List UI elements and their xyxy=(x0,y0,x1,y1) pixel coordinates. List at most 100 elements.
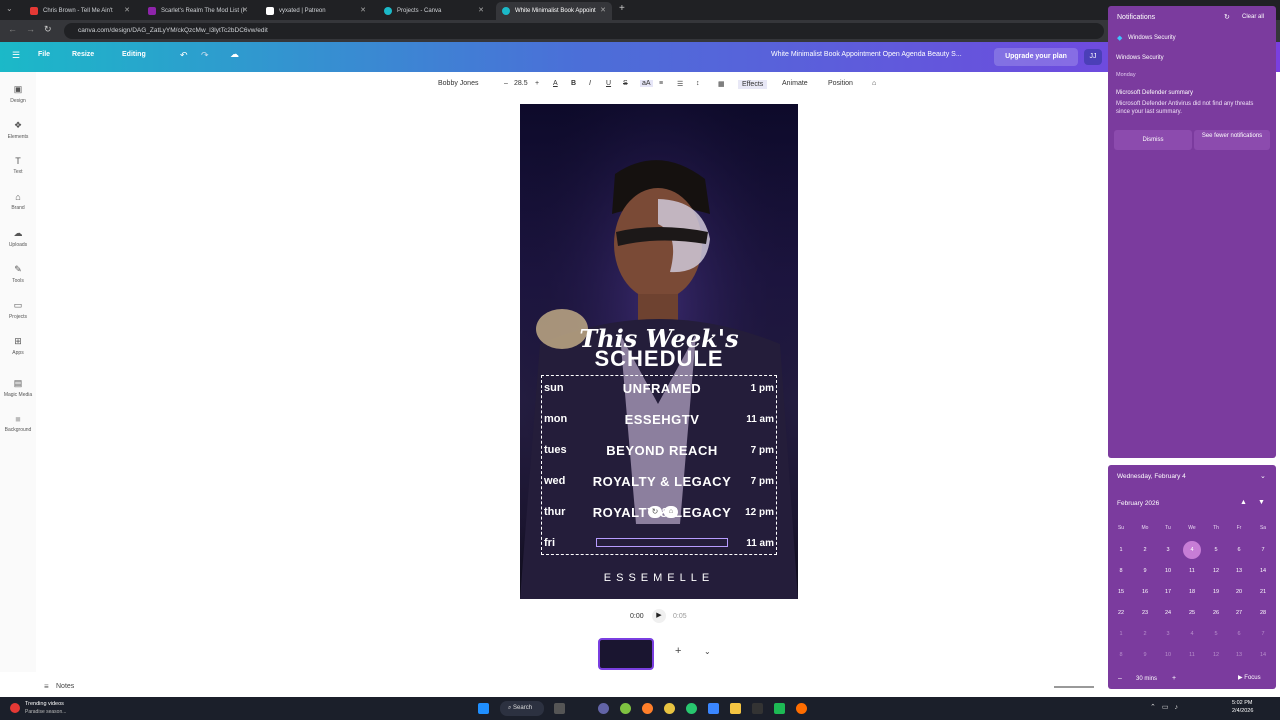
weather-news-icon[interactable] xyxy=(10,703,20,713)
calendar-day[interactable]: 2 xyxy=(1135,631,1155,637)
calendar-day[interactable]: 10 xyxy=(1158,568,1178,574)
task-view-icon[interactable] xyxy=(554,703,565,714)
calendar-day[interactable]: 5 xyxy=(1206,631,1226,637)
calendar-day[interactable]: 16 xyxy=(1135,589,1155,595)
calendar-day[interactable]: 10 xyxy=(1158,652,1178,658)
focus-decrease[interactable]: – xyxy=(1118,675,1122,682)
font-size-input[interactable]: 28.5 xyxy=(514,80,528,87)
zoom-slider[interactable] xyxy=(1054,686,1094,688)
calendar-day[interactable]: 8 xyxy=(1111,568,1131,574)
align-icon[interactable]: ≡ xyxy=(659,80,663,87)
focus-button[interactable]: ▶ Focus xyxy=(1238,674,1261,681)
clock-date[interactable]: 2/4/2026 xyxy=(1232,708,1253,714)
sidebar-item-apps[interactable]: ⊞ Apps xyxy=(0,336,36,356)
text-color-icon[interactable]: A xyxy=(553,80,558,87)
calendar-day[interactable]: 28 xyxy=(1253,610,1273,616)
calendar-day[interactable]: 13 xyxy=(1229,568,1249,574)
spacing-icon[interactable]: ↕ xyxy=(696,80,700,87)
calendar-day[interactable]: 1 xyxy=(1111,631,1131,637)
add-page-icon[interactable]: + xyxy=(675,645,681,657)
footer-brand[interactable]: ESSEMELLE xyxy=(520,572,798,584)
see-fewer-button[interactable]: See fewer notifications xyxy=(1194,130,1270,150)
close-icon[interactable]: ✕ xyxy=(124,6,130,14)
file-menu[interactable]: File xyxy=(38,51,50,58)
app-icon[interactable] xyxy=(774,703,785,714)
calendar-day[interactable]: 15 xyxy=(1111,589,1131,595)
page-thumbnail[interactable] xyxy=(598,638,654,670)
sidebar-item-text[interactable]: T Text xyxy=(0,156,36,175)
app-icon[interactable] xyxy=(686,703,697,714)
calendar-day[interactable]: 22 xyxy=(1111,610,1131,616)
calendar-day[interactable]: 9 xyxy=(1135,652,1155,658)
sidebar-item-magic-media[interactable]: ▤ Magic Media xyxy=(0,378,36,398)
calendar-day[interactable]: 9 xyxy=(1135,568,1155,574)
schedule-row[interactable]: sun UNFRAMED 1 pm xyxy=(542,376,778,407)
url-field[interactable]: canva.com/design/DAG_ZatLyYM/ckQzcMw_l3l… xyxy=(64,23,1104,39)
calendar-day[interactable]: 14 xyxy=(1253,652,1273,658)
calendar-day[interactable]: 3 xyxy=(1158,631,1178,637)
close-icon[interactable]: ✕ xyxy=(600,6,606,14)
teams-icon[interactable] xyxy=(598,703,609,714)
calendar-day[interactable]: 6 xyxy=(1229,547,1249,553)
lock-icon[interactable]: ⌂ xyxy=(664,506,678,518)
calendar-day[interactable]: 12 xyxy=(1206,568,1226,574)
sidebar-item-tools[interactable]: ✎ Tools xyxy=(0,264,36,284)
editing-dropdown[interactable]: Editing xyxy=(122,51,146,58)
dismiss-button[interactable]: Dismiss xyxy=(1114,130,1192,150)
firefox-icon[interactable] xyxy=(796,703,807,714)
calendar-day[interactable]: 1 xyxy=(1111,547,1131,553)
start-icon[interactable] xyxy=(478,703,489,714)
avatar[interactable]: JJ xyxy=(1084,49,1102,65)
calendar-day[interactable]: 4 xyxy=(1182,547,1202,553)
undo-icon[interactable]: ↶ xyxy=(180,50,188,61)
calendar-day[interactable]: 25 xyxy=(1182,610,1202,616)
reload-icon[interactable]: ↻ xyxy=(44,24,52,35)
font-size-increase[interactable]: + xyxy=(535,80,539,87)
taskbar-search[interactable]: ⌕ Search xyxy=(500,701,544,716)
schedule-row[interactable]: tues BEYOND REACH 7 pm xyxy=(542,438,778,469)
calendar-day[interactable]: 7 xyxy=(1253,631,1273,637)
calendar-day[interactable]: 2 xyxy=(1135,547,1155,553)
font-size-decrease[interactable]: – xyxy=(504,80,508,87)
forward-icon[interactable]: → xyxy=(26,24,35,34)
calendar-day[interactable]: 21 xyxy=(1253,589,1273,595)
chevron-down-icon[interactable]: ⌄ xyxy=(1260,472,1266,480)
browser-tab-1[interactable]: Chris Brown - Tell Me Ain't ✕ xyxy=(24,2,136,20)
calendar-day[interactable]: 23 xyxy=(1135,610,1155,616)
upgrade-button[interactable]: Upgrade your plan xyxy=(994,48,1078,66)
schedule-row[interactable]: wed ROYALTY & LEGACY 7 pm xyxy=(542,469,778,500)
new-tab-icon[interactable]: + xyxy=(619,3,625,14)
chrome-icon[interactable] xyxy=(664,703,675,714)
calendar-day[interactable]: 17 xyxy=(1158,589,1178,595)
prev-month-icon[interactable]: ▲ xyxy=(1240,499,1247,506)
calendar-day[interactable]: 13 xyxy=(1229,652,1249,658)
close-icon[interactable]: ✕ xyxy=(242,6,248,14)
calendar-day[interactable]: 14 xyxy=(1253,568,1273,574)
rotate-handle-icon[interactable]: ↻ xyxy=(648,506,662,518)
dnd-icon[interactable]: ↻ xyxy=(1224,13,1230,21)
close-icon[interactable]: ✕ xyxy=(360,6,366,14)
calendar-day[interactable]: 5 xyxy=(1206,547,1226,553)
calendar-day[interactable]: 8 xyxy=(1111,652,1131,658)
close-icon[interactable]: ✕ xyxy=(478,6,484,14)
calendar-day[interactable]: 20 xyxy=(1229,589,1249,595)
list-icon[interactable]: ☰ xyxy=(677,80,683,88)
calendar-month[interactable]: February 2026 xyxy=(1117,500,1159,507)
browser-tab-4[interactable]: Projects - Canva ✕ xyxy=(378,2,490,20)
calendar-day[interactable]: 3 xyxy=(1158,547,1178,553)
redo-icon[interactable]: ↷ xyxy=(201,50,209,61)
calendar-day[interactable]: 19 xyxy=(1206,589,1226,595)
calendar-day[interactable]: 18 xyxy=(1182,589,1202,595)
calendar-day[interactable]: 27 xyxy=(1229,610,1249,616)
design-canvas[interactable]: This Week's SCHEDULE sun UNFRAMED 1 pm m… xyxy=(520,104,798,599)
play-button[interactable]: ▶ xyxy=(652,609,666,623)
bold-icon[interactable]: B xyxy=(571,80,576,87)
calendar-day[interactable]: 11 xyxy=(1182,568,1202,574)
effects-button[interactable]: Effects xyxy=(738,80,768,89)
chevron-down-icon[interactable]: ⌄ xyxy=(704,647,711,656)
menu-icon[interactable]: ☰ xyxy=(12,50,20,61)
system-tray-icons[interactable]: ⌃▭♪ xyxy=(1150,703,1184,711)
browser-tab-2[interactable]: Scarlet's Realm The Mod List (I ✕ xyxy=(142,2,254,20)
browser-tab-5[interactable]: White Minimalist Book Appoint ✕ xyxy=(496,2,612,20)
clock-time[interactable]: 5:02 PM xyxy=(1232,700,1252,706)
